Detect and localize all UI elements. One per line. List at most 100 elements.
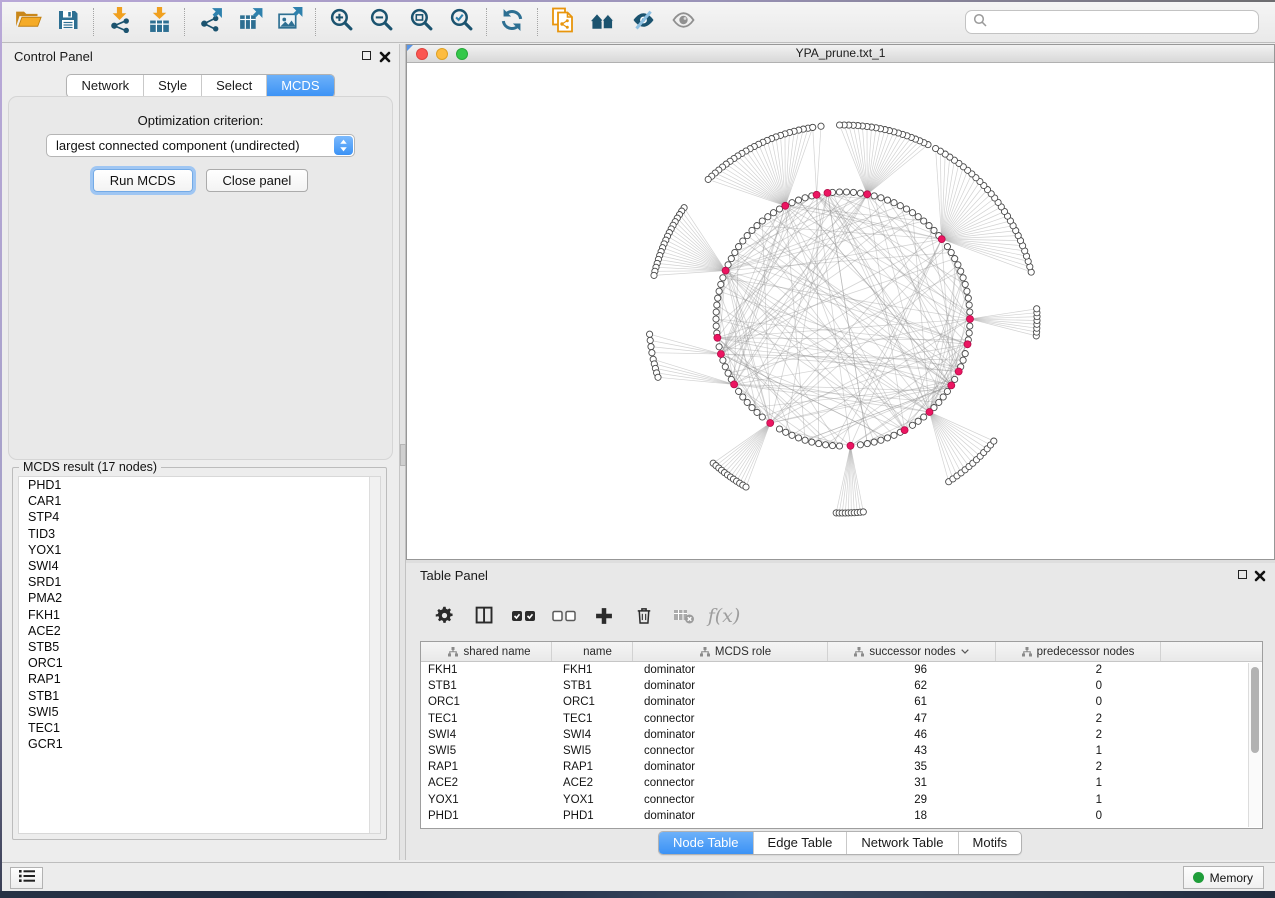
tab-network-table[interactable]: Network Table [846,832,957,854]
window-maximize-button[interactable] [456,48,468,60]
network-node[interactable] [940,394,946,400]
task-history-button[interactable] [10,867,43,889]
new-network-from-selection-button[interactable] [543,5,583,39]
table-row[interactable]: ACE2ACE2connector311 [421,775,1262,791]
tab-select[interactable]: Select [201,75,266,97]
network-node[interactable] [716,288,722,294]
list-item[interactable]: ACE2 [19,623,380,639]
network-node[interactable] [647,331,653,337]
export-image-button[interactable] [270,5,310,39]
network-node[interactable] [754,409,760,415]
network-node[interactable] [809,439,815,445]
network-node[interactable] [991,438,997,444]
network-node[interactable] [926,223,932,229]
mcds-node[interactable] [824,189,831,196]
deselect-all-columns-button[interactable] [552,610,576,622]
search-input[interactable] [992,15,1251,29]
table-cell[interactable]: 31 [828,775,996,791]
table-cell[interactable]: ORC1 [552,694,633,710]
mcds-node[interactable] [938,236,945,243]
network-node[interactable] [837,122,843,128]
network-node[interactable] [728,256,734,262]
table-cell[interactable]: FKH1 [421,662,552,678]
window-minimize-button[interactable] [436,48,448,60]
close-panel-button[interactable]: Close panel [206,169,309,192]
network-node[interactable] [966,330,972,336]
table-cell[interactable]: 2 [996,727,1161,743]
network-node[interactable] [921,218,927,224]
table-cell[interactable]: dominator [633,759,828,775]
list-item[interactable]: STP4 [19,509,380,525]
window-close-button[interactable] [416,48,428,60]
table-cell[interactable]: 96 [828,662,996,678]
network-node[interactable] [860,509,866,515]
table-cell[interactable]: dominator [633,808,828,824]
export-table-button[interactable] [230,5,270,39]
tab-node-table[interactable]: Node Table [659,832,753,854]
close-panel-icon[interactable] [379,50,391,62]
mcds-node[interactable] [847,442,854,449]
tab-motifs[interactable]: Motifs [958,832,1022,854]
network-node[interactable] [878,195,884,201]
table-cell[interactable]: SWI5 [552,743,633,759]
table-cell[interactable]: RAP1 [421,759,552,775]
zoom-fit-button[interactable] [401,5,441,39]
tab-style[interactable]: Style [143,75,201,97]
network-node[interactable] [818,123,824,129]
network-node[interactable] [884,197,890,203]
mcds-node[interactable] [955,368,962,375]
table-cell[interactable]: ACE2 [552,775,633,791]
table-cell[interactable]: ACE2 [421,775,552,791]
mcds-node[interactable] [864,191,871,198]
table-cell[interactable]: 61 [828,694,996,710]
network-node[interactable] [744,233,750,239]
network-node[interactable] [759,218,765,224]
zoom-in-button[interactable] [321,5,361,39]
table-cell[interactable]: dominator [633,694,828,710]
network-node[interactable] [857,190,863,196]
network-node[interactable] [967,309,973,315]
table-row[interactable]: ORC1ORC1dominator610 [421,694,1262,710]
memory-button[interactable]: Memory [1183,866,1264,889]
mcds-node[interactable] [767,420,774,427]
network-node[interactable] [823,442,829,448]
network-node[interactable] [931,227,937,233]
network-node[interactable] [878,437,884,443]
network-node[interactable] [789,432,795,438]
column-header-predecessor-nodes[interactable]: predecessor nodes [996,642,1161,661]
network-node[interactable] [921,414,927,420]
network-node[interactable] [725,370,731,376]
show-all-button[interactable] [663,5,703,39]
network-node[interactable] [871,193,877,199]
criterion-dropdown[interactable]: largest connected component (undirected) [46,134,355,157]
network-node[interactable] [944,244,950,250]
add-column-button[interactable] [592,606,616,626]
table-cell[interactable]: 62 [828,678,996,694]
float-panel-icon[interactable] [1238,570,1249,581]
table-cell[interactable]: connector [633,775,828,791]
network-node[interactable] [903,206,909,212]
mcds-node[interactable] [967,316,974,323]
mcds-node[interactable] [813,191,820,198]
search-field[interactable] [965,10,1259,34]
table-scrollbar[interactable] [1248,663,1261,827]
table-row[interactable]: STB1STB1dominator620 [421,678,1262,694]
network-node[interactable] [713,323,719,329]
network-node[interactable] [836,189,842,195]
network-node[interactable] [1034,306,1040,312]
network-node[interactable] [648,344,654,350]
list-item[interactable]: GCR1 [19,736,380,752]
network-node[interactable] [843,189,849,195]
network-node[interactable] [952,376,958,382]
mcds-node[interactable] [926,409,933,416]
network-node[interactable] [933,145,939,151]
list-item[interactable]: CAR1 [19,493,380,509]
network-node[interactable] [962,281,968,287]
network-node[interactable] [915,418,921,424]
network-node[interactable] [966,302,972,308]
network-node[interactable] [749,227,755,233]
table-cell[interactable]: YOX1 [552,792,633,808]
first-neighbors-button[interactable] [583,5,623,39]
network-node[interactable] [716,344,722,350]
tab-mcds[interactable]: MCDS [266,75,333,97]
